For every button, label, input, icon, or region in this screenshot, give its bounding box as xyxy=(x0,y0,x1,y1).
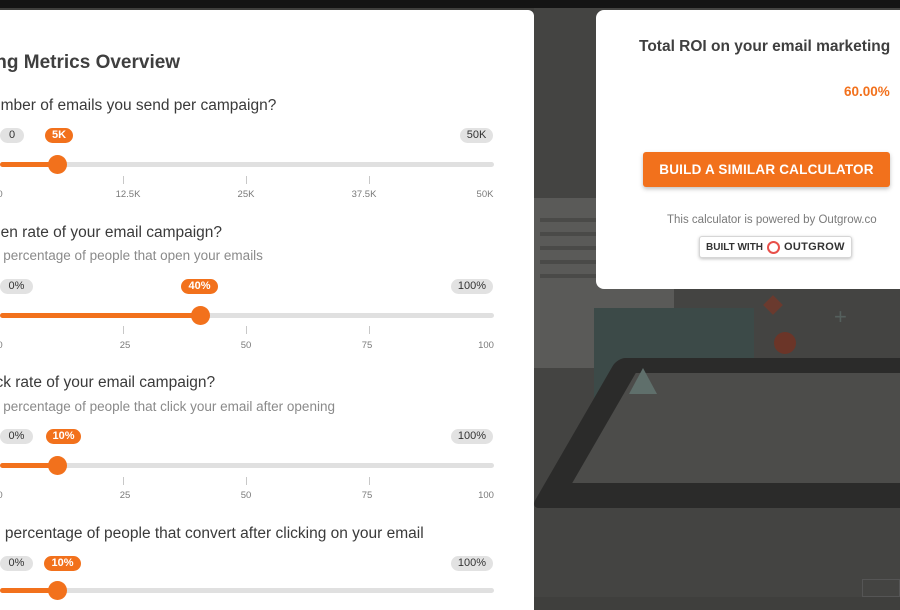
slider-tick-label: 100 xyxy=(478,490,494,501)
roi-value: 60.00% xyxy=(844,84,890,99)
slider-min-label: 0% xyxy=(0,429,33,444)
slider-tick-label: 75 xyxy=(361,490,373,501)
pin-icon xyxy=(763,295,783,315)
slider-handle[interactable] xyxy=(191,306,210,325)
page-title: ing Metrics Overview xyxy=(0,52,181,73)
question-click-rate-label: ick rate of your email campaign? xyxy=(0,374,216,391)
click-rate-slider[interactable] xyxy=(0,456,494,475)
slider-tick-label: 50K xyxy=(476,189,494,200)
slider-max-label: 100% xyxy=(451,429,493,444)
slider-tick-label: 25 xyxy=(119,490,131,501)
slider-tick-label: 0 xyxy=(0,490,3,501)
slider-tick-label: 100 xyxy=(478,340,494,351)
slider-min-label: 0% xyxy=(0,279,33,294)
slider-tick-label: 25 xyxy=(119,340,131,351)
slider-value-badge: 10% xyxy=(44,556,81,571)
built-with-outgrow-badge[interactable]: BUILT WITH OUTGROW xyxy=(699,236,852,258)
emails-slider[interactable] xyxy=(0,155,494,174)
slider-tick-label: 0 xyxy=(0,189,3,200)
cursor-arrow-icon xyxy=(629,368,657,394)
slider-value-badge: 10% xyxy=(46,429,81,444)
slider-value-badge: 40% xyxy=(181,279,218,294)
question-open-rate-hint: e percentage of people that open your em… xyxy=(0,248,263,263)
slider-tick-label: 37.5K xyxy=(351,189,377,200)
result-card: Total ROI on your email marketing 60.00%… xyxy=(596,10,900,289)
result-title: Total ROI on your email marketing xyxy=(639,38,891,55)
slider-tick-label: 0 xyxy=(0,340,3,351)
badge-brand: OUTGROW xyxy=(784,241,845,253)
slider-min-label: 0% xyxy=(0,556,33,571)
slider-handle[interactable] xyxy=(48,581,67,600)
target-icon xyxy=(774,332,796,354)
slider-tick-label: 12.5K xyxy=(115,189,141,200)
slider-handle[interactable] xyxy=(48,155,67,174)
build-similar-calculator-button[interactable]: BUILD A SIMILAR CALCULATOR xyxy=(643,152,890,187)
question-emails-label: umber of emails you send per campaign? xyxy=(0,97,277,114)
slider-tick-label: 50 xyxy=(240,340,252,351)
slider-max-label: 100% xyxy=(451,279,493,294)
corner-widget xyxy=(862,579,900,597)
question-open-rate-label: pen rate of your email campaign? xyxy=(0,224,223,241)
slider-tick-label: 75 xyxy=(361,340,373,351)
slider-value-badge: 5K xyxy=(45,128,73,143)
outgrow-logo-icon xyxy=(767,240,781,254)
slider-tick-label: 50 xyxy=(240,490,252,501)
question-conversion-label: e percentage of people that convert afte… xyxy=(0,525,424,542)
slider-tick-label: 25K xyxy=(237,189,255,200)
top-bar xyxy=(0,0,900,8)
slider-fill xyxy=(0,313,200,318)
badge-prefix: BUILT WITH xyxy=(706,241,764,253)
slider-handle[interactable] xyxy=(48,456,67,475)
slider-max-label: 50K xyxy=(460,128,493,143)
slider-max-label: 100% xyxy=(451,556,493,571)
slider-min-label: 0 xyxy=(0,128,24,143)
question-click-rate-hint: e percentage of people that click your e… xyxy=(0,399,335,414)
calculator-card: ing Metrics Overview umber of emails you… xyxy=(0,10,534,610)
conversion-rate-slider[interactable] xyxy=(0,581,494,600)
powered-by-text: This calculator is powered by Outgrow.co xyxy=(667,214,877,226)
open-rate-slider[interactable] xyxy=(0,306,494,325)
plus-icon: + xyxy=(834,304,847,329)
